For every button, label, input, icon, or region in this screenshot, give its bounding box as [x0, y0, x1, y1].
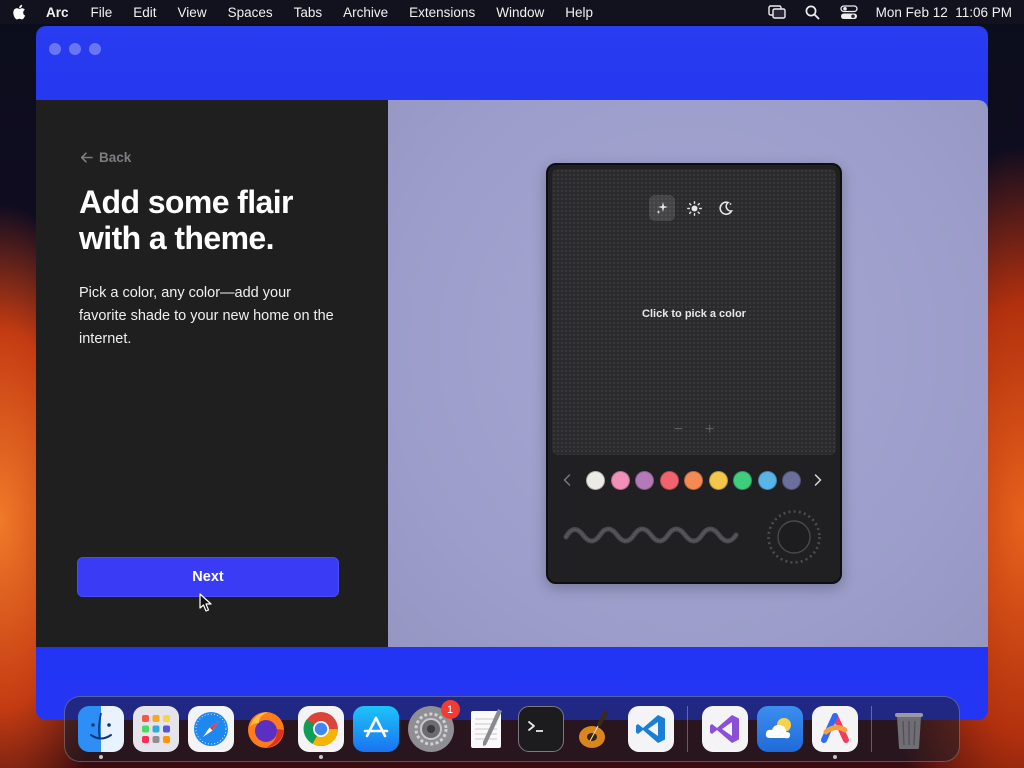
page-description: Pick a color, any color—add your favorit…	[79, 285, 334, 347]
color-swatch-row	[560, 469, 830, 491]
terminal-icon[interactable]	[517, 706, 564, 752]
menu-extensions[interactable]: Extensions	[409, 5, 475, 20]
swatch-list	[586, 470, 801, 490]
system-settings-icon[interactable]: 1	[407, 700, 460, 752]
garageband-icon[interactable]	[573, 706, 619, 752]
color-swatch[interactable]	[610, 470, 630, 490]
back-label: Back	[99, 150, 132, 165]
theme-picker-card: Click to pick a color − +	[546, 163, 842, 584]
menu-spaces[interactable]: Spaces	[228, 5, 273, 20]
running-indicator	[98, 755, 103, 759]
mouse-pointer-icon	[199, 593, 212, 612]
theme-preview-panel: Click to pick a color − +	[388, 100, 988, 647]
intensity-controls: − +	[552, 421, 836, 439]
textedit-icon[interactable]	[463, 706, 509, 752]
dark-moon-icon[interactable]	[713, 195, 739, 221]
minimize-window-button[interactable]	[69, 43, 81, 55]
decrease-button[interactable]: −	[674, 421, 683, 439]
firefox-icon[interactable]	[243, 706, 289, 752]
menu-app-name[interactable]: Arc	[46, 5, 69, 20]
texture-controls	[562, 505, 828, 569]
color-swatch[interactable]	[757, 470, 777, 490]
visual-studio-icon[interactable]	[701, 706, 748, 752]
pick-color-prompt: Click to pick a color	[642, 308, 746, 320]
menu-archive[interactable]: Archive	[343, 5, 388, 20]
dock-separator	[687, 706, 688, 752]
color-swatch[interactable]	[586, 470, 605, 490]
color-picker-canvas[interactable]: Click to pick a color − +	[552, 169, 836, 455]
onboarding-text-panel: Back Add some flair with a theme. Pick a…	[36, 100, 388, 647]
auto-sparkle-icon[interactable]	[649, 195, 675, 221]
chevron-left-icon[interactable]	[560, 470, 574, 490]
screen-mirroring-icon[interactable]	[767, 4, 786, 20]
next-button[interactable]: Next	[77, 557, 339, 597]
weather-icon[interactable]	[756, 706, 803, 752]
menu-bar: Arc File Edit View Spaces Tabs Archive E…	[0, 0, 1024, 24]
menubar-clock[interactable]: Mon Feb 12 11:06 PM	[876, 5, 1012, 20]
running-indicator	[318, 755, 323, 759]
onboarding-panel: Back Add some flair with a theme. Pick a…	[36, 100, 988, 647]
window-controls	[49, 43, 101, 55]
arrow-left-icon	[80, 152, 93, 163]
color-swatch[interactable]	[684, 470, 703, 490]
page-title: Add some flair with a theme.	[79, 184, 293, 256]
color-swatch[interactable]	[782, 470, 801, 490]
dock-separator	[871, 706, 872, 752]
menu-help[interactable]: Help	[565, 5, 593, 20]
menu-tabs[interactable]: Tabs	[294, 5, 323, 20]
search-icon[interactable]	[804, 4, 822, 20]
arc-browser-icon[interactable]	[811, 706, 858, 759]
notification-badge: 1	[440, 700, 460, 719]
increase-button[interactable]: +	[705, 421, 714, 439]
apple-icon[interactable]	[12, 4, 28, 20]
app-store-icon[interactable]	[352, 706, 399, 752]
trash-icon[interactable]	[886, 706, 932, 752]
safari-icon[interactable]	[187, 706, 234, 752]
zoom-window-button[interactable]	[89, 43, 101, 55]
chevron-right-icon[interactable]	[811, 470, 825, 490]
arc-window: Back Add some flair with a theme. Pick a…	[36, 26, 988, 720]
menu-view[interactable]: View	[178, 5, 207, 20]
finder-icon[interactable]	[77, 706, 124, 759]
color-swatch[interactable]	[659, 470, 679, 490]
theme-mode-selector	[552, 195, 836, 221]
back-button[interactable]: Back	[80, 150, 131, 165]
color-swatch[interactable]	[635, 470, 654, 490]
running-indicator	[832, 755, 837, 759]
intensity-dial[interactable]	[766, 509, 822, 565]
chrome-icon[interactable]	[297, 706, 344, 759]
control-center-icon[interactable]	[840, 4, 858, 20]
menu-edit[interactable]: Edit	[133, 5, 156, 20]
menubar-status-area: Mon Feb 12 11:06 PM	[767, 4, 1012, 20]
dock: 1	[64, 696, 960, 762]
menu-window[interactable]: Window	[496, 5, 544, 20]
menu-file[interactable]: File	[91, 5, 113, 20]
close-window-button[interactable]	[49, 43, 61, 55]
grain-wave-slider[interactable]	[562, 520, 746, 550]
color-swatch[interactable]	[708, 470, 728, 490]
launchpad-icon[interactable]	[132, 706, 179, 752]
light-sun-icon[interactable]	[681, 195, 707, 221]
color-swatch[interactable]	[733, 470, 752, 490]
vscode-icon[interactable]	[627, 706, 674, 752]
